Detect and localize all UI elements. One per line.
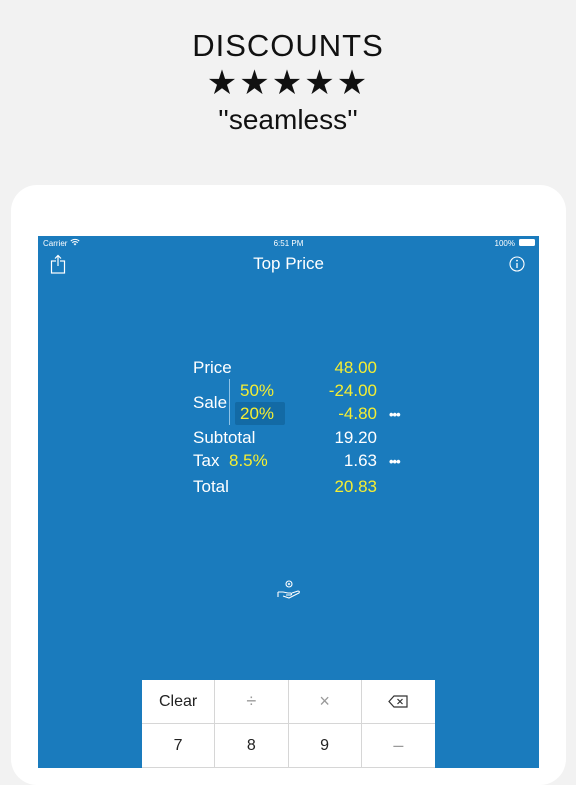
total-label: Total: [193, 477, 229, 496]
tip-hand-icon[interactable]: [276, 578, 302, 602]
total-value: 20.83: [334, 477, 377, 496]
discount-amount-1: -24.00: [328, 381, 377, 400]
app-screen: Carrier 6:51 PM 100% Top Price Price 48.…: [38, 236, 539, 768]
sale-label: Sale: [193, 393, 228, 412]
tax-rate[interactable]: 8.5%: [229, 451, 268, 471]
keypad: Clear ÷ × 7 8 9 –: [142, 680, 435, 768]
discount-percent-2[interactable]: 20%: [240, 404, 274, 424]
backspace-icon: [388, 695, 408, 708]
key-7[interactable]: 7: [142, 724, 216, 768]
tax-more-button[interactable]: •••: [389, 454, 401, 469]
tax-label: Tax: [193, 451, 220, 470]
promo-quote: ''seamless'': [218, 104, 358, 135]
backspace-key[interactable]: [361, 680, 435, 724]
minus-key[interactable]: –: [361, 724, 435, 768]
tax-value: 1.63: [343, 451, 377, 470]
price-value[interactable]: 48.00: [297, 358, 377, 378]
clear-key[interactable]: Clear: [142, 680, 216, 724]
discount-more-button[interactable]: •••: [389, 407, 401, 422]
rating-stars: ★★★★★: [206, 64, 370, 102]
subtotal-label: Subtotal: [193, 428, 256, 447]
multiply-key[interactable]: ×: [288, 680, 362, 724]
sale-bracket: [229, 379, 230, 425]
price-label: Price: [193, 358, 232, 377]
discount-percent-1[interactable]: 50%: [240, 381, 274, 401]
discount-amount-2: -4.80: [338, 404, 377, 423]
key-8[interactable]: 8: [215, 724, 289, 768]
key-9[interactable]: 9: [288, 724, 362, 768]
subtotal-value: 19.20: [334, 428, 377, 447]
divide-key[interactable]: ÷: [215, 680, 289, 724]
promo-headline: DISCOUNTS: [192, 28, 384, 63]
